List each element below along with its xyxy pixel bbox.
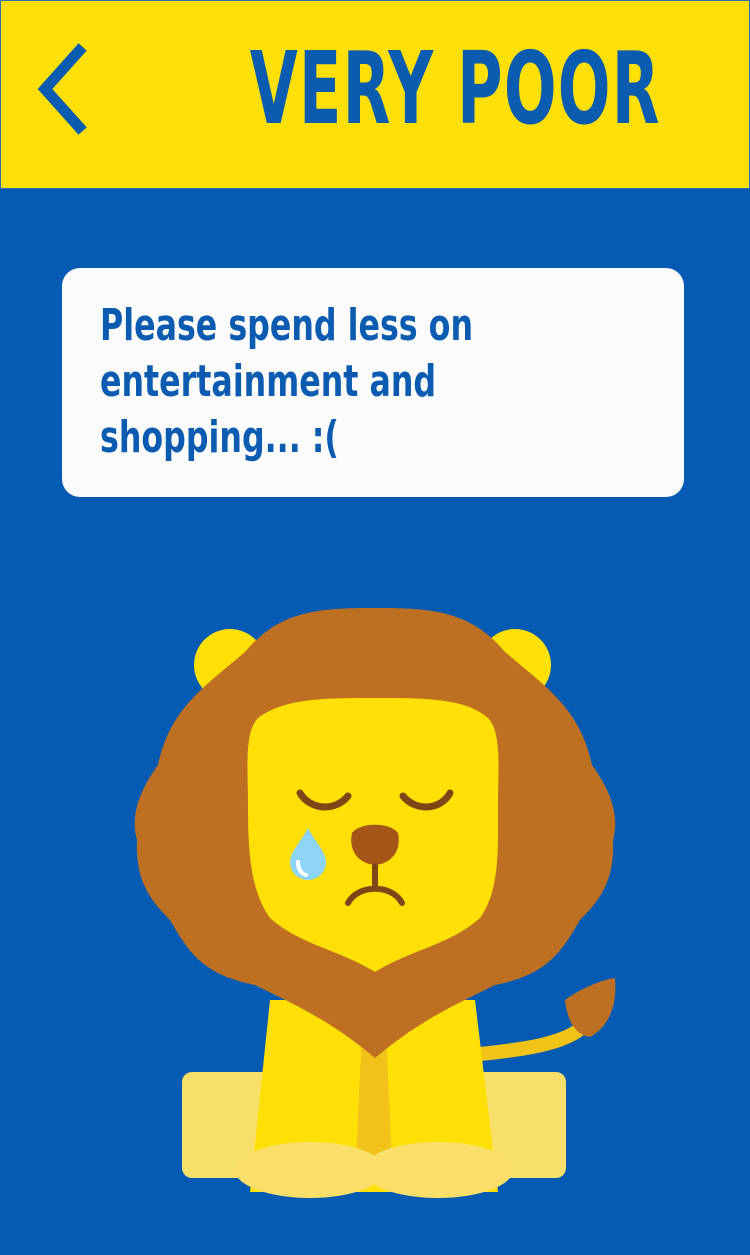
header-bar: VERY POOR bbox=[0, 0, 750, 189]
page-title: VERY POOR bbox=[249, 30, 661, 147]
back-button[interactable] bbox=[29, 41, 99, 137]
lion-right-paw bbox=[363, 1142, 513, 1198]
lion-left-paw bbox=[235, 1142, 385, 1198]
message-card: Please spend less on entertainment and s… bbox=[62, 268, 684, 497]
sad-lion-illustration bbox=[134, 608, 616, 1198]
message-text: Please spend less on entertainment and s… bbox=[100, 300, 474, 463]
chevron-left-icon bbox=[37, 43, 87, 135]
lion-tail bbox=[463, 1018, 592, 1062]
